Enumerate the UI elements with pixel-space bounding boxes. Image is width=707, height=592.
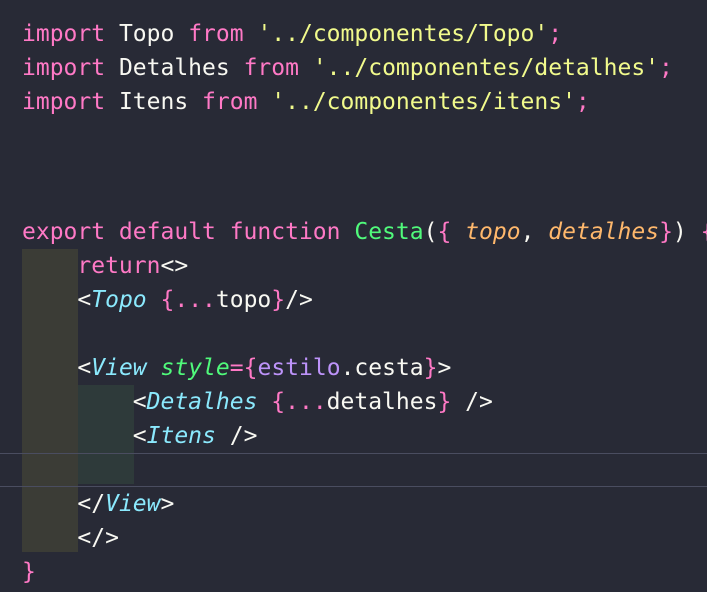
token-tag: Detalhes xyxy=(146,389,258,415)
token-var: estilo xyxy=(257,355,341,381)
token-str: '../componentes/detalhes' xyxy=(312,55,660,81)
token-pl: .cesta xyxy=(340,355,424,381)
code-editor[interactable]: import Topo from '../componentes/Topo'; i… xyxy=(0,0,707,592)
token-kw: from xyxy=(188,21,244,47)
token-pl: Detalhes xyxy=(105,55,244,81)
token-punc: /> xyxy=(285,287,313,313)
code-line[interactable]: } xyxy=(22,555,36,589)
token-punc: </ xyxy=(77,491,106,517)
code-line[interactable]: import Topo from '../componentes/Topo'; xyxy=(22,17,562,51)
token-op: } xyxy=(659,219,673,245)
token-fn: Cesta xyxy=(354,219,424,245)
token-punc: ( xyxy=(423,219,438,245)
token-op: { xyxy=(701,219,707,245)
token-punc: < xyxy=(132,389,147,415)
token-param: detalhes xyxy=(548,219,660,245)
token-kw: from xyxy=(202,89,258,115)
token-op: ; xyxy=(659,55,673,81)
token-op: } xyxy=(423,355,438,381)
token-op: } xyxy=(22,559,36,585)
token-kw: return xyxy=(77,253,161,279)
code-line[interactable]: <View style={estilo.cesta}> xyxy=(22,351,451,385)
token-pl: topo xyxy=(215,287,272,313)
token-op: {... xyxy=(160,287,216,313)
current-line-highlight xyxy=(0,453,707,487)
token-tag: View xyxy=(105,491,161,517)
token-kw: from xyxy=(243,55,299,81)
token-punc: /> xyxy=(451,389,493,415)
code-line[interactable]: import Detalhes from '../componentes/det… xyxy=(22,51,673,85)
token-kw: import xyxy=(22,21,106,47)
token-punc: <> xyxy=(160,253,189,279)
token-pl: Itens xyxy=(105,89,203,115)
token-op: ; xyxy=(575,89,590,115)
token-tag: Itens xyxy=(146,423,216,449)
token-str: '../componentes/Topo' xyxy=(257,21,549,47)
token-punc: ) xyxy=(672,219,701,245)
token-pl: detalhes xyxy=(326,389,438,415)
token-punc: </> xyxy=(77,525,119,551)
code-line[interactable]: <Topo {...topo}/> xyxy=(22,283,313,317)
code-line[interactable]: return<> xyxy=(22,249,188,283)
token-tag: View xyxy=(91,355,147,381)
code-line[interactable]: </View> xyxy=(22,487,174,521)
token-pl: , xyxy=(520,219,549,245)
token-kw: export default function xyxy=(22,219,341,245)
token-punc: > xyxy=(437,355,452,381)
code-line[interactable]: <Itens /> xyxy=(22,419,258,453)
token-op: { xyxy=(437,219,452,245)
token-op: } xyxy=(437,389,452,415)
token-pl: Topo xyxy=(105,21,189,47)
code-line[interactable]: </> xyxy=(22,521,119,555)
code-line[interactable]: import Itens from '../componentes/itens'… xyxy=(22,85,590,119)
token-punc: < xyxy=(77,355,92,381)
token-punc: < xyxy=(132,423,147,449)
token-op: {... xyxy=(271,389,327,415)
token-op: = xyxy=(229,355,244,381)
token-op: } xyxy=(271,287,286,313)
token-attr: style xyxy=(160,355,230,381)
code-line[interactable]: export default function Cesta({ topo, de… xyxy=(22,215,707,249)
token-punc: < xyxy=(77,287,92,313)
token-str: '../componentes/itens' xyxy=(271,89,576,115)
token-punc: > xyxy=(160,491,175,517)
token-kw: import xyxy=(22,89,106,115)
token-op: ; xyxy=(548,21,563,47)
token-tag: Topo xyxy=(91,287,147,313)
token-kw: import xyxy=(22,55,106,81)
code-line[interactable]: <Detalhes {...detalhes} /> xyxy=(22,385,493,419)
token-op: { xyxy=(243,355,258,381)
token-punc: /> xyxy=(215,423,258,449)
token-param: topo xyxy=(465,219,521,245)
